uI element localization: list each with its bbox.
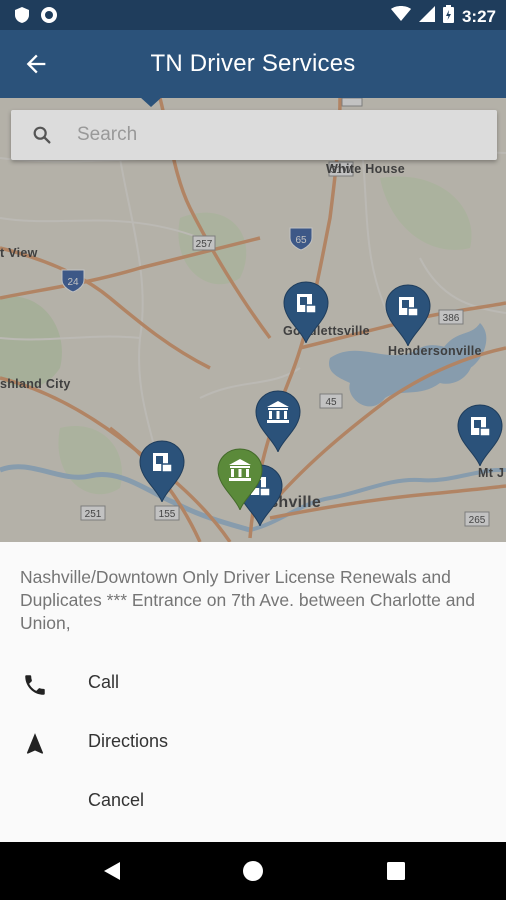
map-label-town: t View [0, 246, 38, 260]
phone-icon [22, 672, 48, 698]
cancel-label: Cancel [88, 790, 145, 810]
search-bar[interactable] [11, 110, 497, 160]
cancel-action[interactable]: Cancel [0, 778, 506, 826]
map-label-ashland-city: shland City [0, 377, 71, 391]
status-time: 3:27 [461, 6, 496, 26]
location-details-sheet: Nashville/Downtown Only Driver License R… [0, 542, 506, 842]
signal-icon [418, 6, 435, 27]
app-bar: TN Driver Services [0, 30, 506, 98]
license-office-pin[interactable] [384, 284, 432, 348]
call-action[interactable]: Call [0, 660, 506, 708]
status-bar: 3:27 [0, 0, 506, 30]
wifi-icon [390, 6, 411, 27]
home-circle-icon[interactable] [241, 859, 265, 883]
search-input[interactable] [77, 118, 477, 152]
map-label-hendersonville: Hendersonville [388, 344, 482, 358]
location-description: Nashville/Downtown Only Driver License R… [20, 567, 475, 633]
recents-square-icon[interactable] [384, 859, 408, 883]
search-icon [31, 124, 53, 146]
page-title: TN Driver Services [150, 50, 356, 77]
navigation-arrow-icon [22, 731, 48, 757]
map-view[interactable]: 31W 257 65 24 386 45 251 155 265 White H… [0, 98, 506, 542]
government-building-pin[interactable] [254, 390, 302, 454]
license-office-pin[interactable] [138, 440, 186, 504]
system-nav-bar [0, 842, 506, 900]
battery-icon [442, 5, 454, 28]
circle-icon [40, 6, 58, 29]
license-office-pin[interactable] [456, 404, 504, 468]
call-label: Call [88, 672, 120, 692]
directions-action[interactable]: Directions [0, 719, 506, 767]
map-label-mt-juliet: Mt J [478, 466, 505, 480]
directions-label: Directions [88, 731, 169, 751]
shield-icon [14, 6, 30, 29]
app-bar-notch [140, 97, 162, 107]
back-triangle-icon[interactable] [100, 859, 124, 883]
license-office-pin[interactable] [282, 281, 330, 345]
selected-location-pin[interactable] [216, 448, 264, 512]
map-label-white-house: White House [326, 162, 405, 176]
